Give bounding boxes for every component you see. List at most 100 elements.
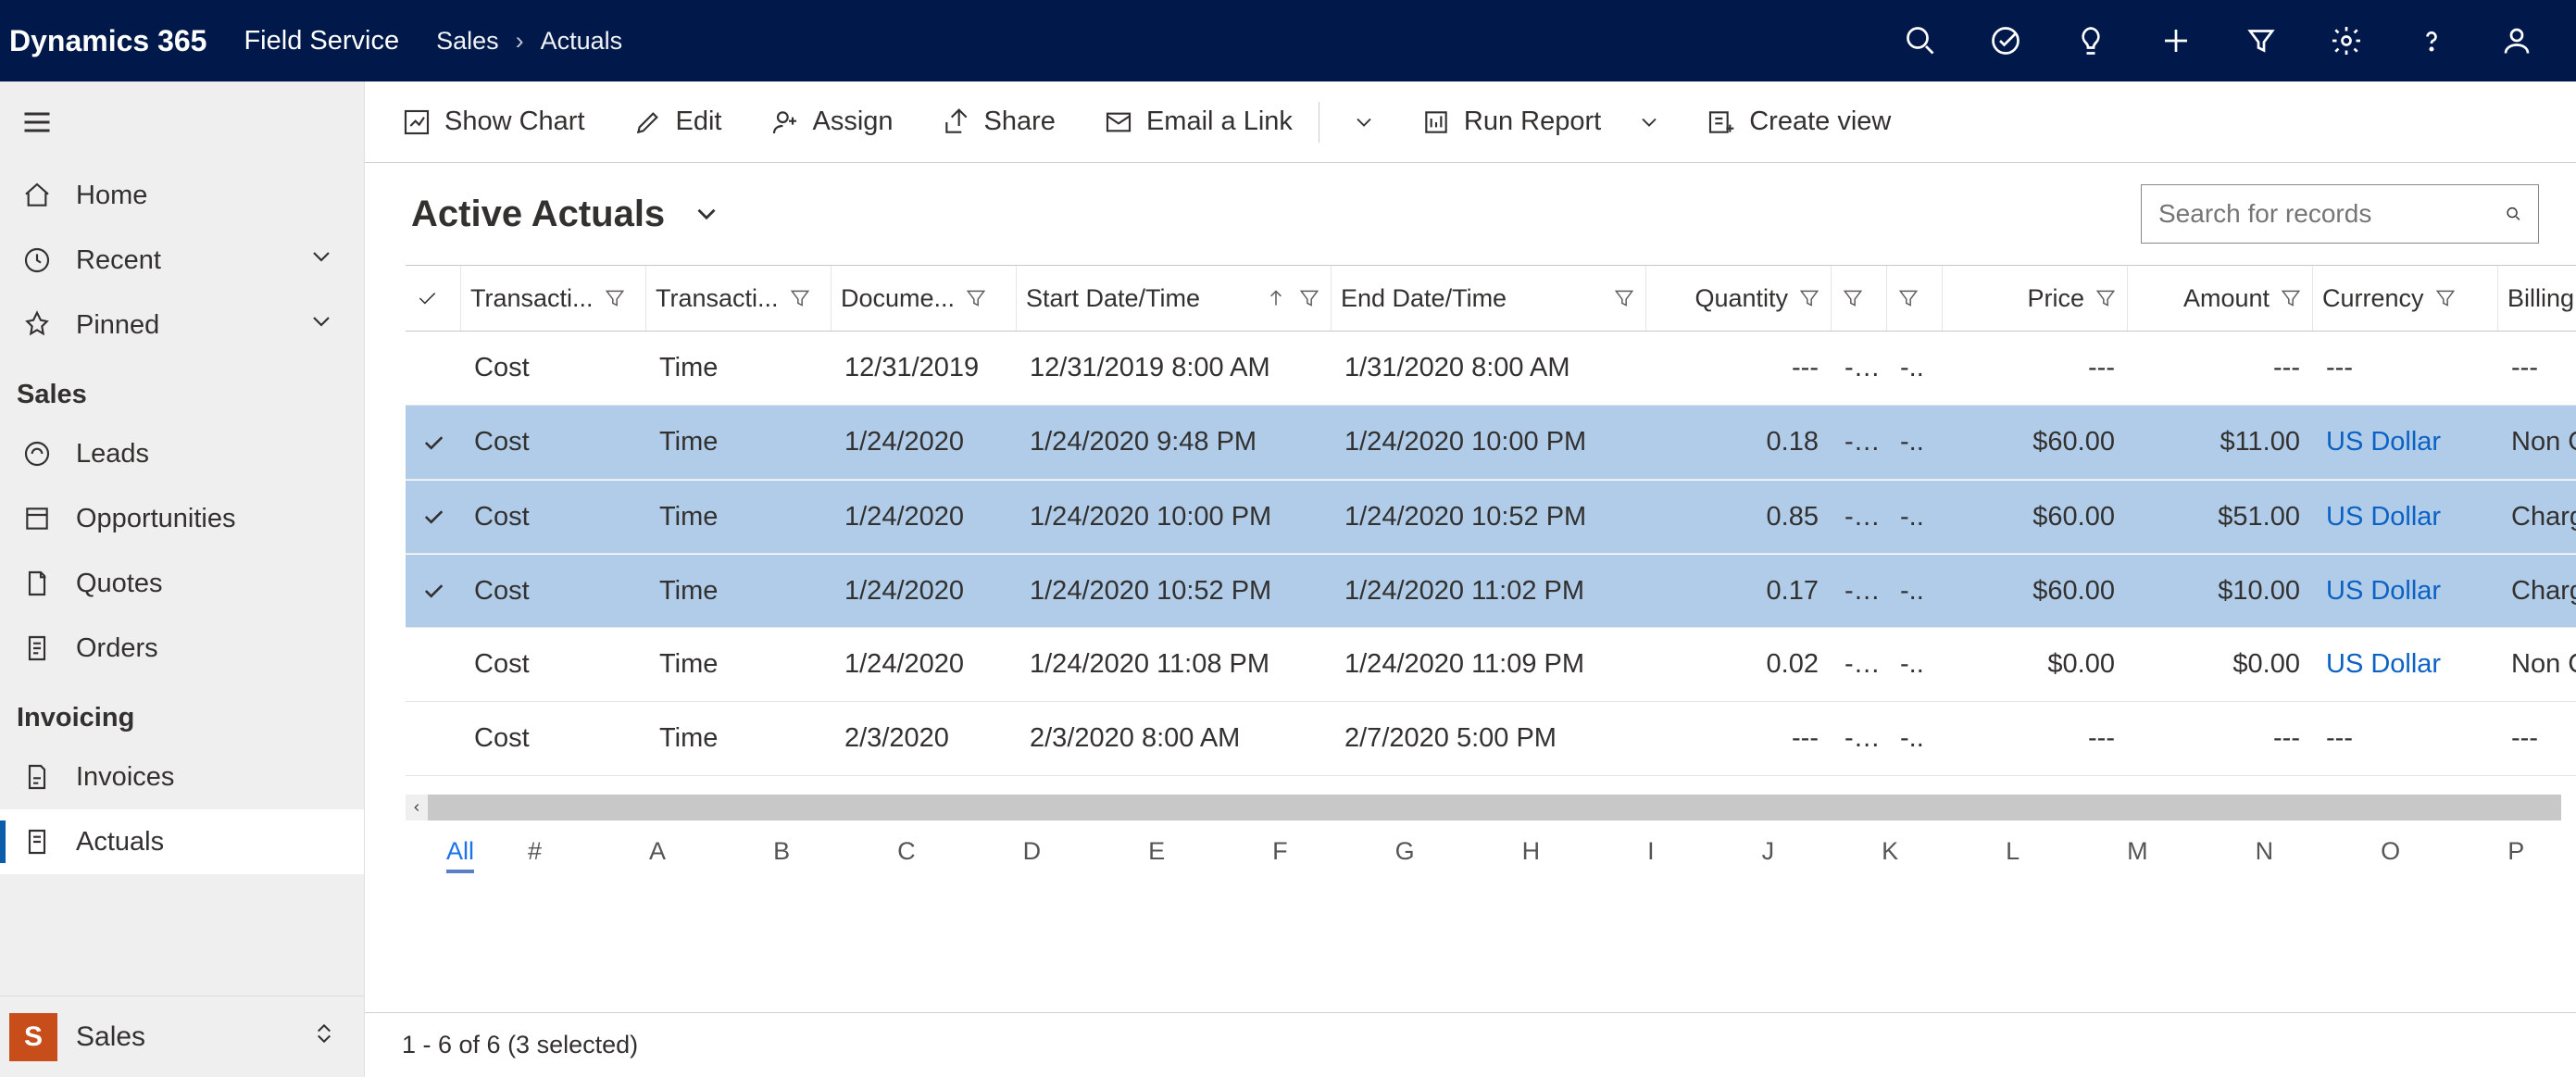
column-header-amount[interactable]: Amount: [2128, 266, 2313, 331]
table-row[interactable]: CostTime1/24/20201/24/2020 9:48 PM1/24/2…: [406, 406, 2576, 480]
sidebar-item-actuals[interactable]: Actuals: [0, 809, 364, 874]
column-header-price[interactable]: Price: [1943, 266, 2128, 331]
sidebar-item-invoices[interactable]: Invoices: [0, 745, 364, 809]
column-header-transaction-type[interactable]: Transacti...: [646, 266, 832, 331]
filter-icon[interactable]: [2224, 0, 2298, 81]
alpha-hash[interactable]: #: [528, 837, 542, 866]
sidebar-item-label: Actuals: [76, 827, 164, 858]
sidebar-item-recent[interactable]: Recent: [0, 228, 364, 293]
sidebar-section-invoicing: Invoicing: [0, 681, 364, 745]
horizontal-scrollbar[interactable]: [406, 795, 2561, 820]
alpha-letter[interactable]: G: [1395, 837, 1415, 866]
alpha-letter[interactable]: N: [2256, 837, 2274, 866]
data-grid: Transacti... Transacti... Docume... Star…: [365, 265, 2576, 1012]
alpha-letter[interactable]: D: [1023, 837, 1042, 866]
cell-currency: ---: [2313, 353, 2498, 383]
breadcrumb-parent[interactable]: Sales: [436, 27, 499, 56]
cell-document-date: 12/31/2019: [832, 353, 1017, 383]
row-checkbox[interactable]: [406, 430, 461, 456]
cell-currency[interactable]: US Dollar: [2313, 576, 2498, 607]
row-checkbox[interactable]: [406, 578, 461, 604]
cell-billing-type: Chargeable: [2498, 502, 2576, 532]
view-selector[interactable]: Active Actuals: [411, 194, 722, 235]
column-header-narrow-b[interactable]: [1887, 266, 1943, 331]
scroll-left-arrow[interactable]: [406, 795, 428, 820]
alpha-letter[interactable]: M: [2127, 837, 2148, 866]
lightbulb-icon[interactable]: [2054, 0, 2128, 81]
alpha-letter[interactable]: E: [1148, 837, 1165, 866]
table-row[interactable]: CostTime2/3/20202/3/2020 8:00 AM2/7/2020…: [406, 702, 2576, 776]
user-icon[interactable]: [2480, 0, 2554, 81]
alpha-letter[interactable]: K: [1882, 837, 1898, 866]
sidebar-item-leads[interactable]: Leads: [0, 421, 364, 486]
alpha-letter[interactable]: P: [2507, 837, 2524, 866]
leads-icon: [20, 437, 54, 470]
alpha-letter[interactable]: H: [1522, 837, 1541, 866]
cell-end-date: 1/24/2020 10:52 PM: [1332, 502, 1646, 532]
run-report-button[interactable]: Run Report: [1403, 97, 1610, 146]
cell-currency[interactable]: US Dollar: [2313, 427, 2498, 457]
gear-icon[interactable]: [2309, 0, 2383, 81]
table-row[interactable]: CostTime1/24/20201/24/2020 10:52 PM1/24/…: [406, 554, 2576, 628]
cmd-label: Email a Link: [1146, 106, 1293, 137]
sidebar-item-quotes[interactable]: Quotes: [0, 551, 364, 616]
cell-quantity: 0.85: [1646, 502, 1832, 532]
app-switcher[interactable]: S Sales: [0, 996, 364, 1077]
cell-start-date: 12/31/2019 8:00 AM: [1017, 353, 1332, 383]
row-checkbox[interactable]: [406, 504, 461, 530]
sidebar-item-orders[interactable]: Orders: [0, 616, 364, 681]
select-all-checkbox[interactable]: [406, 266, 461, 331]
search-box[interactable]: [2141, 184, 2539, 244]
module-label[interactable]: Field Service: [244, 26, 436, 56]
alpha-letter[interactable]: O: [2381, 837, 2400, 866]
email-link-dropdown[interactable]: [1336, 109, 1392, 135]
sidebar-item-opportunities[interactable]: Opportunities: [0, 486, 364, 551]
filter-icon: [964, 286, 988, 310]
share-button[interactable]: Share: [923, 97, 1074, 146]
help-icon[interactable]: [2395, 0, 2469, 81]
alpha-letter[interactable]: B: [773, 837, 790, 866]
assign-button[interactable]: Assign: [752, 97, 912, 146]
table-row[interactable]: CostTime1/24/20201/24/2020 11:08 PM1/24/…: [406, 628, 2576, 702]
add-icon[interactable]: [2139, 0, 2213, 81]
column-header-transaction-class[interactable]: Transacti...: [461, 266, 646, 331]
cell-currency[interactable]: US Dollar: [2313, 502, 2498, 532]
alpha-all[interactable]: All: [446, 837, 474, 866]
scroll-thumb[interactable]: [428, 795, 2066, 820]
grid-footer: 1 - 6 of 6 (3 selected): [365, 1012, 2576, 1077]
alpha-letter[interactable]: L: [2006, 837, 2020, 866]
hamburger-button[interactable]: [0, 81, 364, 163]
breadcrumb-current[interactable]: Actuals: [541, 27, 623, 56]
create-view-button[interactable]: Create view: [1688, 97, 1909, 146]
column-header-end-date[interactable]: End Date/Time: [1332, 266, 1646, 331]
table-row[interactable]: CostTime1/24/20201/24/2020 10:00 PM1/24/…: [406, 480, 2576, 554]
table-row[interactable]: CostTime12/31/201912/31/2019 8:00 AM1/31…: [406, 332, 2576, 406]
alpha-letter[interactable]: A: [649, 837, 666, 866]
cell-document-date: 1/24/2020: [832, 502, 1017, 532]
sidebar-item-pinned[interactable]: Pinned: [0, 293, 364, 357]
cell-quantity: 0.18: [1646, 427, 1832, 457]
show-chart-button[interactable]: Show Chart: [383, 97, 604, 146]
cell-transaction-type: Time: [646, 576, 832, 607]
edit-button[interactable]: Edit: [615, 97, 741, 146]
email-link-button[interactable]: Email a Link: [1085, 97, 1302, 146]
column-header-document-date[interactable]: Docume...: [832, 266, 1017, 331]
alpha-letter[interactable]: I: [1647, 837, 1655, 866]
cell-billing-type: Non Char...: [2498, 649, 2576, 680]
column-header-billing-type[interactable]: Billing ty...: [2498, 266, 2576, 331]
column-header-narrow-a[interactable]: [1832, 266, 1887, 331]
sidebar-item-home[interactable]: Home: [0, 163, 364, 228]
cell-currency[interactable]: US Dollar: [2313, 649, 2498, 680]
sidebar-item-label: Quotes: [76, 569, 163, 599]
column-header-quantity[interactable]: Quantity: [1646, 266, 1832, 331]
column-header-start-date[interactable]: Start Date/Time: [1017, 266, 1332, 331]
search-icon[interactable]: [1883, 0, 1957, 81]
alpha-letter[interactable]: J: [1762, 837, 1775, 866]
task-checker-icon[interactable]: [1969, 0, 2043, 81]
column-header-currency[interactable]: Currency: [2313, 266, 2498, 331]
cell-transaction-type: Time: [646, 502, 832, 532]
run-report-dropdown[interactable]: [1621, 109, 1677, 135]
search-input[interactable]: [2158, 199, 2493, 229]
alpha-letter[interactable]: C: [897, 837, 916, 866]
alpha-letter[interactable]: F: [1272, 837, 1288, 866]
